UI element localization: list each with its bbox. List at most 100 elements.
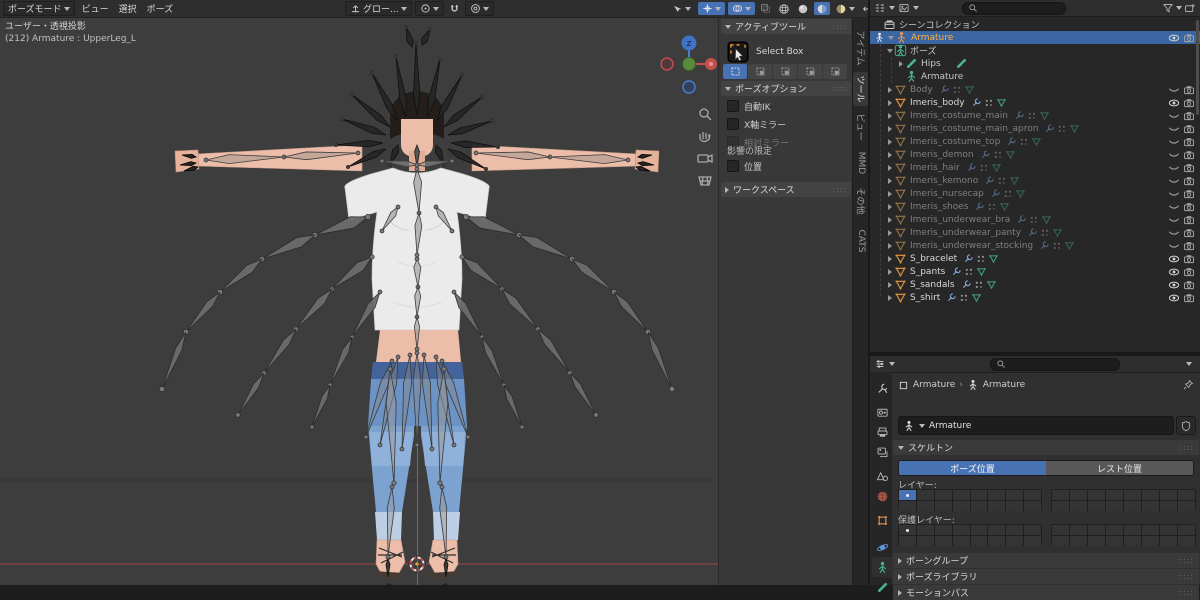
- layer-cell[interactable]: [1006, 536, 1024, 546]
- layer-cell[interactable]: [1106, 536, 1123, 546]
- layer-cell[interactable]: [1006, 501, 1024, 511]
- viewport-menu-0[interactable]: ビュー: [78, 2, 113, 15]
- properties-tab-output[interactable]: [872, 422, 892, 442]
- camera-icon[interactable]: [1183, 32, 1195, 44]
- filter-funnel-icon[interactable]: [1162, 2, 1174, 14]
- shading-solid-button[interactable]: [795, 2, 811, 15]
- section-active-tool[interactable]: アクティブツール ::::: [721, 19, 851, 34]
- layer-cell[interactable]: [1178, 536, 1195, 546]
- outliner-row-Imeris_underwear_bra[interactable]: Imeris_underwear_bra: [870, 213, 1200, 226]
- pose-position-button[interactable]: ポーズ位置: [899, 461, 1046, 475]
- camera-view-icon[interactable]: [697, 153, 713, 164]
- expander-closed-icon[interactable]: [885, 229, 894, 236]
- layer-cell[interactable]: [1178, 490, 1195, 500]
- section-ポーズライブラリ[interactable]: ポーズライブラリ::::: [893, 569, 1199, 584]
- snap-toggle-button[interactable]: [447, 2, 462, 15]
- display-mode-icon[interactable]: [898, 2, 910, 14]
- layer-cell[interactable]: [1088, 536, 1105, 546]
- outliner-row-ポーズ[interactable]: ポーズ: [870, 44, 1200, 57]
- viewport-3d[interactable]: ポーズモード ビュー 選択 ポーズ グロー... ユーザー・透視投影 (212)…: [0, 0, 868, 585]
- properties-tab-tool[interactable]: [872, 378, 892, 398]
- checkbox-icon[interactable]: [727, 100, 739, 112]
- layer-cell[interactable]: [1052, 536, 1069, 546]
- expander-closed-icon[interactable]: [885, 190, 894, 197]
- layer-cell[interactable]: [988, 490, 1006, 500]
- expander-closed-icon[interactable]: [885, 294, 894, 301]
- camera-icon[interactable]: [1183, 110, 1195, 122]
- eye-open-icon[interactable]: [1168, 292, 1180, 304]
- shading-wireframe-button[interactable]: [776, 2, 792, 15]
- layer-cell[interactable]: [1160, 501, 1177, 511]
- editor-type-icon[interactable]: [874, 358, 886, 370]
- breadcrumb-object[interactable]: Armature: [913, 380, 955, 390]
- outliner-row-Imeris_demon[interactable]: Imeris_demon: [870, 148, 1200, 161]
- properties-tab-render[interactable]: [872, 402, 892, 422]
- layer-cell[interactable]: [1088, 490, 1105, 500]
- outliner-row-S_sandals[interactable]: S_sandals: [870, 278, 1200, 291]
- layer-cell[interactable]: [1124, 525, 1141, 535]
- rest-position-button[interactable]: レスト位置: [1046, 461, 1193, 475]
- new-collection-icon[interactable]: [1184, 2, 1196, 14]
- expander-closed-icon[interactable]: [885, 112, 894, 119]
- layer-cell[interactable]: [1142, 525, 1159, 535]
- layer-cell[interactable]: [1142, 501, 1159, 511]
- layer-cell[interactable]: [952, 501, 970, 511]
- panel-grip-icon[interactable]: ::::: [1179, 572, 1194, 581]
- camera-icon[interactable]: [1183, 227, 1195, 239]
- layer-cell[interactable]: [970, 536, 988, 546]
- eye-closed-icon[interactable]: [1168, 136, 1180, 148]
- properties-tab-physics[interactable]: [872, 537, 892, 557]
- layer-cell[interactable]: [988, 501, 1006, 511]
- camera-icon[interactable]: [1183, 84, 1195, 96]
- gizmo-y-axis[interactable]: [682, 57, 696, 71]
- outliner-row-Armature[interactable]: Armature: [870, 70, 1200, 83]
- section-pose-options[interactable]: ポーズオプション ::::: [721, 81, 851, 96]
- eye-open-icon[interactable]: [1168, 32, 1180, 44]
- outliner-row-Armature[interactable]: Armature: [870, 31, 1200, 44]
- section-skeleton[interactable]: スケルトン ::::: [893, 440, 1199, 455]
- chevron-down-icon[interactable]: [1186, 362, 1192, 366]
- layer-cell[interactable]: [970, 490, 988, 500]
- sidebar-tab-ツール[interactable]: ツール: [853, 72, 868, 106]
- expander-closed-icon[interactable]: [885, 242, 894, 249]
- fake-user-button[interactable]: [1176, 416, 1196, 435]
- layer-cell[interactable]: [1070, 501, 1087, 511]
- select-subtract-icon[interactable]: [773, 64, 797, 79]
- layer-cell[interactable]: [1160, 525, 1177, 535]
- outliner-row-Imeris_body[interactable]: Imeris_body: [870, 96, 1200, 109]
- layer-cell[interactable]: [1088, 525, 1105, 535]
- layer-cell[interactable]: [899, 525, 916, 535]
- layer-cell[interactable]: [899, 501, 916, 511]
- expander-closed-icon[interactable]: [885, 177, 894, 184]
- sidebar-tab-アイテム[interactable]: アイテム: [853, 28, 868, 68]
- outliner-row-Imeris_costume_main_apron[interactable]: Imeris_costume_main_apron: [870, 122, 1200, 135]
- eye-open-icon[interactable]: [1168, 97, 1180, 109]
- mode-dropdown[interactable]: ポーズモード: [3, 1, 75, 16]
- outliner-row-Hips[interactable]: Hips: [870, 57, 1200, 70]
- layer-cell[interactable]: [916, 536, 934, 546]
- layer-cell[interactable]: [1070, 490, 1087, 500]
- transform-orientation-dropdown[interactable]: グロー...: [345, 1, 412, 16]
- outliner-row-S_pants[interactable]: S_pants: [870, 265, 1200, 278]
- layer-cell[interactable]: [899, 536, 916, 546]
- gizmo-z-neg-axis[interactable]: [682, 80, 696, 94]
- properties-search-input[interactable]: [990, 357, 1120, 371]
- eye-closed-icon[interactable]: [1168, 240, 1180, 252]
- ortho-grid-icon[interactable]: [698, 176, 712, 186]
- shading-rendered-button[interactable]: [833, 2, 857, 15]
- sidebar-tab-その他[interactable]: その他: [853, 182, 868, 220]
- section-モーションパス[interactable]: モーションパス::::: [893, 585, 1199, 600]
- layer-cell[interactable]: [1142, 490, 1159, 500]
- camera-icon[interactable]: [1183, 123, 1195, 135]
- viewport-menu-2[interactable]: ポーズ: [143, 2, 178, 15]
- panel-grip-icon[interactable]: ::::: [832, 84, 847, 93]
- properties-tab-object[interactable]: [872, 510, 892, 530]
- layer-cell[interactable]: [1070, 525, 1087, 535]
- layer-cell[interactable]: [934, 525, 952, 535]
- outliner-editor[interactable]: シーンコレクション Armature ポーズ Hips Armature Body Imer…: [870, 0, 1200, 352]
- eye-closed-icon[interactable]: [1168, 110, 1180, 122]
- camera-icon[interactable]: [1183, 214, 1195, 226]
- properties-tab-world[interactable]: [872, 486, 892, 506]
- camera-icon[interactable]: [1183, 136, 1195, 148]
- camera-icon[interactable]: [1183, 162, 1195, 174]
